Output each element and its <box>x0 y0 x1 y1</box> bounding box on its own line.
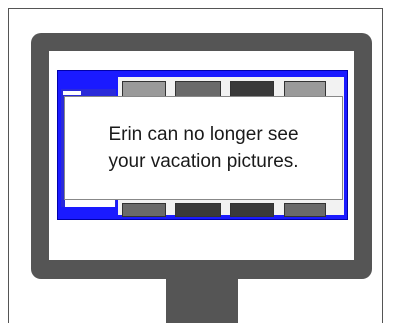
monitor-stand <box>166 279 238 323</box>
photo-thumbnail <box>122 203 166 217</box>
message-text: Erin can no longer see your vacation pic… <box>108 124 299 172</box>
message-box: Erin can no longer see your vacation pic… <box>64 96 343 200</box>
photo-thumbnail <box>230 203 274 217</box>
photo-thumbnail <box>175 203 221 217</box>
sidebar-label-mark <box>63 91 81 95</box>
photo-thumbnail <box>284 203 326 217</box>
